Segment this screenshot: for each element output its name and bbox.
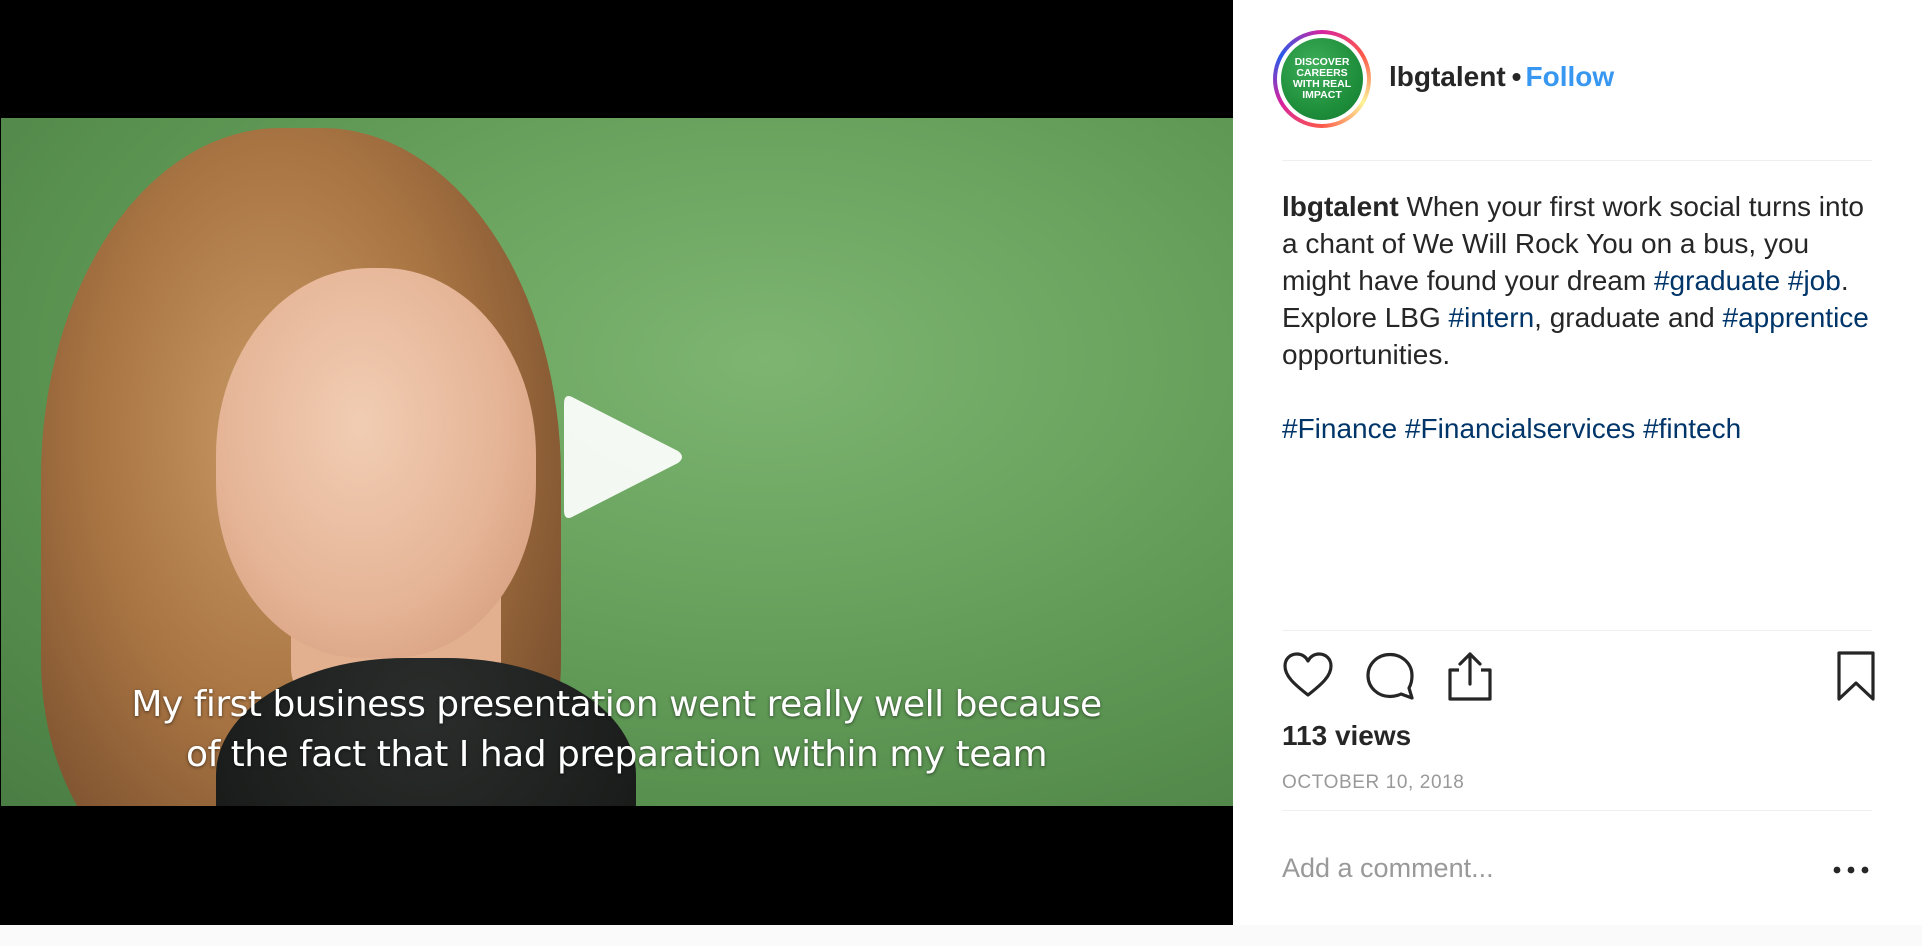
heart-icon[interactable] [1282, 650, 1334, 702]
comment-divider [1282, 810, 1872, 811]
video-player[interactable]: My first business presentation went real… [0, 0, 1233, 925]
avatar-image: DISCOVER CAREERS WITH REAL IMPACT [1281, 38, 1363, 120]
hashtag-financialservices[interactable]: #Financialservices [1405, 413, 1635, 444]
header-divider [1282, 160, 1872, 161]
post-dialog: My first business presentation went real… [0, 0, 1922, 925]
comment-icon[interactable] [1364, 650, 1416, 702]
caption-text [1780, 265, 1788, 296]
video-subtitles: My first business presentation went real… [0, 680, 1233, 780]
hashtag-fintech[interactable]: #fintech [1643, 413, 1741, 444]
actions-divider [1282, 630, 1872, 631]
caption-username[interactable]: lbgtalent [1282, 191, 1399, 222]
subtitle-line-1: My first business presentation went real… [131, 684, 1102, 725]
more-options-icon[interactable] [1831, 855, 1871, 885]
comment-input[interactable] [1282, 850, 1802, 886]
share-icon[interactable] [1444, 650, 1496, 702]
video-subject-face [216, 268, 536, 658]
hashtag-intern[interactable]: #intern [1449, 302, 1535, 333]
bookmark-icon[interactable] [1834, 650, 1886, 702]
caption-hashtags: #Finance #Financialservices #fintech [1282, 410, 1882, 447]
caption-text: opportunities. [1282, 339, 1451, 370]
header-username[interactable]: lbgtalent [1389, 61, 1506, 92]
post-header: DISCOVER CAREERS WITH REAL IMPACT lbgtal… [1273, 30, 1863, 130]
post-actions [1282, 648, 1875, 704]
avatar[interactable]: DISCOVER CAREERS WITH REAL IMPACT [1273, 30, 1371, 128]
subtitle-line-2: of the fact that I had preparation withi… [185, 734, 1048, 775]
hashtag-finance[interactable]: #Finance [1282, 413, 1397, 444]
view-count[interactable]: 113 views [1282, 720, 1411, 752]
caption-text: , graduate and [1534, 302, 1723, 333]
header-user-line: lbgtalent • Follow [1389, 61, 1614, 93]
follow-button[interactable]: Follow [1525, 61, 1614, 92]
play-icon[interactable] [560, 388, 688, 526]
hashtag-graduate[interactable]: #graduate [1654, 265, 1780, 296]
caption-body: lbgtalent When your first work social tu… [1282, 188, 1882, 373]
hashtag-apprentice[interactable]: #apprentice [1723, 302, 1869, 333]
header-separator: • [1511, 61, 1522, 92]
avatar-inner-ring: DISCOVER CAREERS WITH REAL IMPACT [1277, 34, 1367, 124]
post-date: OCTOBER 10, 2018 [1282, 772, 1465, 793]
hashtag-job[interactable]: #job [1788, 265, 1841, 296]
avatar-text: DISCOVER CAREERS WITH REAL IMPACT [1292, 56, 1352, 101]
post-caption: lbgtalent When your first work social tu… [1282, 188, 1882, 447]
post-side-panel: DISCOVER CAREERS WITH REAL IMPACT lbgtal… [1233, 0, 1922, 925]
